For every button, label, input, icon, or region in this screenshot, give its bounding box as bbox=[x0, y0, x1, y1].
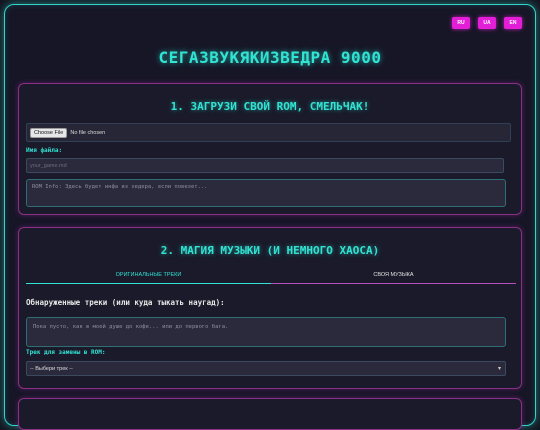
chevron-down-icon: ▾ bbox=[497, 366, 501, 372]
detected-tracks-heading: Обнаруженные треки (или куда тыкать науг… bbox=[26, 298, 225, 307]
tab-original-tracks[interactable]: ОРИГИНАЛЬНЫЕ ТРЕКИ bbox=[26, 268, 271, 284]
track-select-value: -- Выбери трек -- bbox=[30, 366, 73, 372]
next-panel bbox=[18, 398, 522, 430]
music-panel: 2. МАГИЯ МУЗЫКИ (И НЕМНОГО ХАОСА) ОРИГИН… bbox=[18, 227, 522, 389]
lang-button-en[interactable]: EN bbox=[504, 17, 522, 29]
filename-input[interactable]: your_game.md bbox=[26, 158, 504, 173]
step2-title: 2. МАГИЯ МУЗЫКИ (И НЕМНОГО ХАОСА) bbox=[160, 244, 380, 257]
rom-upload-panel: 1. ЗАГРУЗИ СВОЙ ROM, СМЕЛЬЧАК! Choose Fi… bbox=[18, 83, 522, 215]
lang-button-ru[interactable]: RU bbox=[452, 17, 470, 29]
language-switcher: RU UA EN bbox=[452, 17, 522, 29]
lang-button-ua[interactable]: UA bbox=[478, 17, 496, 29]
choose-file-button[interactable]: Choose File bbox=[30, 127, 68, 138]
app-title: СЕГАЗВУКЯКИЗВЕДРА 9000 bbox=[158, 48, 382, 67]
rom-file-input[interactable]: Choose File No file chosen bbox=[26, 123, 511, 142]
step1-title: 1. ЗАГРУЗИ СВОЙ ROM, СМЕЛЬЧАК! bbox=[170, 100, 370, 113]
replace-track-label: Трек для замены в ROM: bbox=[26, 349, 106, 356]
detected-tracks-list: Пока пусто, как в моей душе до кофе... и… bbox=[26, 317, 506, 347]
file-status: No file chosen bbox=[70, 129, 106, 136]
music-tabs: ОРИГИНАЛЬНЫЕ ТРЕКИ СВОЯ МУЗЫКА bbox=[26, 268, 516, 284]
rom-info-box: ROM Info: Здесь будет инфа из хедера, ес… bbox=[26, 179, 506, 207]
tab-custom-music[interactable]: СВОЯ МУЗЫКА bbox=[271, 268, 516, 284]
track-select[interactable]: -- Выбери трек -- ▾ bbox=[26, 361, 506, 376]
filename-label: Имя файла: bbox=[26, 147, 63, 154]
